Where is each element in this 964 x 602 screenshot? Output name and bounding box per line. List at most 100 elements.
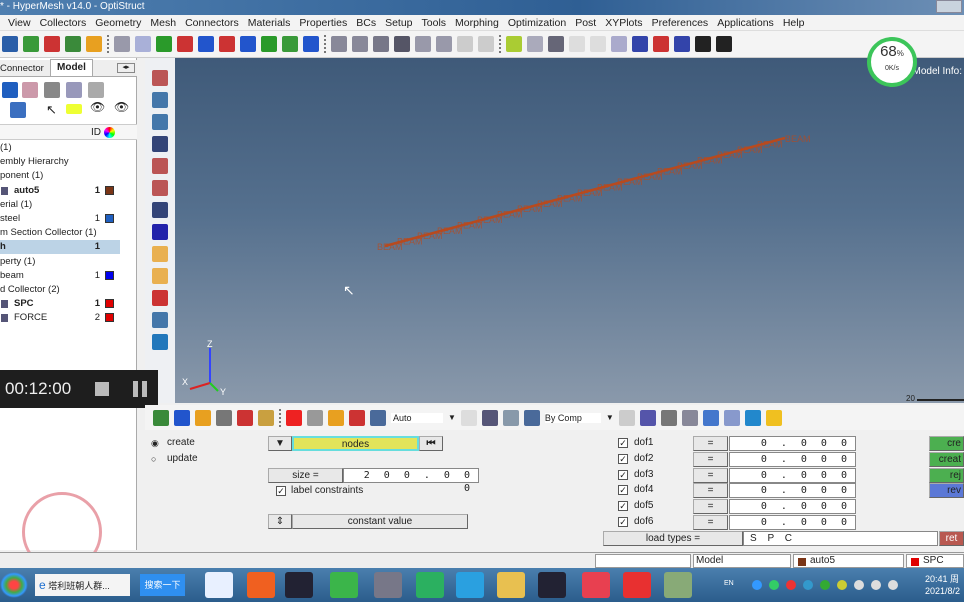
toolbar-tool-15-icon[interactable] [303, 36, 319, 52]
panel-tool-2-icon[interactable] [174, 409, 190, 426]
menu-tools[interactable]: Tools [419, 17, 453, 29]
menu-setup[interactable]: Setup [382, 17, 418, 29]
clock-date[interactable]: 2021/8/2 [925, 586, 960, 596]
toolbar-tool-21-icon[interactable] [436, 36, 452, 52]
vertical-tool-10-icon[interactable] [152, 268, 168, 284]
dof3-operator-button[interactable]: = [693, 467, 728, 483]
menu-post[interactable]: Post [572, 17, 602, 29]
tray-icon-4[interactable] [803, 580, 813, 590]
action-button-2[interactable]: creat [929, 451, 964, 467]
taskbar-app-6-icon[interactable] [416, 572, 444, 598]
color-swatch[interactable] [105, 270, 114, 280]
clock-time[interactable]: 20:41 周 [925, 572, 959, 585]
toolbar-tool-9-icon[interactable] [177, 36, 193, 52]
menu-morphing[interactable]: Morphing [452, 17, 505, 29]
toolbar-tool-13-icon[interactable] [261, 36, 277, 52]
tray-icon-8[interactable] [871, 580, 881, 590]
toolbar-tool-19-icon[interactable] [394, 36, 410, 52]
stop-button[interactable] [95, 382, 109, 396]
taskbar-app-12-icon[interactable] [664, 572, 692, 598]
taskbar-app-4-icon[interactable] [330, 572, 358, 598]
menu-properties[interactable]: Properties [296, 17, 353, 29]
toolbar-tool-6-icon[interactable] [114, 36, 130, 52]
vertical-tool-8-icon[interactable] [152, 224, 168, 240]
delete-tool-3-icon[interactable] [328, 409, 344, 426]
color-swatch[interactable] [105, 214, 114, 223]
toolbar-tool-24-icon[interactable] [506, 36, 522, 52]
label-constraints-checkbox[interactable]: ✓ [276, 486, 286, 496]
panel-tool-1-icon[interactable] [153, 409, 169, 426]
menu-help[interactable]: Help [780, 17, 811, 29]
toolbar-tool-33-icon[interactable] [695, 36, 711, 52]
dof2-operator-button[interactable]: = [693, 451, 728, 467]
status-component[interactable]: auto5 [793, 554, 904, 568]
toolbar-tool-10-icon[interactable] [198, 36, 214, 52]
toolbar-tool-12-icon[interactable] [240, 36, 256, 52]
tree-item[interactable]: SPC 1 [0, 297, 120, 311]
pause-button[interactable] [133, 381, 138, 397]
vertical-tool-1-icon[interactable] [152, 70, 168, 86]
tree-item[interactable]: erial (1) [0, 198, 120, 212]
menu-applications[interactable]: Applications [714, 17, 780, 29]
by-comp-icon[interactable] [523, 409, 540, 426]
toolbar-tool-17-icon[interactable] [352, 36, 368, 52]
view-tool-1-icon[interactable] [618, 409, 635, 426]
property-icon[interactable] [44, 82, 60, 98]
menu-view[interactable]: View [5, 17, 37, 29]
tab-connector[interactable]: Connector [0, 63, 44, 74]
toolbar-tool-23-icon[interactable] [478, 36, 494, 52]
toolbar-tool-30-icon[interactable] [632, 36, 648, 52]
toolbar-tool-11-icon[interactable] [219, 36, 235, 52]
delete-tool-2-icon[interactable] [307, 409, 323, 426]
toolbar-tool-31-icon[interactable] [653, 36, 669, 52]
load-types-input[interactable]: S P C [743, 531, 938, 546]
system-icon[interactable] [88, 82, 104, 98]
vertical-tool-13-icon[interactable] [152, 334, 168, 350]
toolbar-tool-28-icon[interactable] [590, 36, 606, 52]
taskbar-app-11-icon[interactable] [623, 572, 651, 598]
tree-item[interactable]: h1 [0, 240, 120, 255]
vertical-tool-6-icon[interactable] [152, 180, 168, 196]
language-indicator[interactable]: EN [724, 580, 734, 587]
vertical-tool-4-icon[interactable] [152, 136, 168, 152]
toolbar-tool-7-icon[interactable] [135, 36, 151, 52]
menu-connectors[interactable]: Connectors [182, 17, 245, 29]
tree-item[interactable]: auto5 1 [0, 184, 120, 198]
menu-bcs[interactable]: BCs [353, 17, 382, 29]
dof1-operator-button[interactable]: = [693, 436, 728, 451]
toolbar-tool-2-icon[interactable] [23, 36, 39, 52]
view-tool-6-icon[interactable] [723, 409, 740, 426]
color-swatch[interactable] [105, 313, 114, 323]
chevron-down-icon[interactable]: ▼ [448, 413, 456, 422]
menu-geometry[interactable]: Geometry [92, 17, 147, 29]
toolbar-tool-5-icon[interactable] [86, 36, 102, 52]
view-tool-2-icon[interactable] [639, 409, 656, 426]
tray-icon-7[interactable] [854, 580, 864, 590]
menu-collectors[interactable]: Collectors [37, 17, 93, 29]
panel-tool-3-icon[interactable] [195, 409, 211, 426]
select-cursor-icon[interactable]: ↖ [46, 102, 57, 118]
id-column-header[interactable]: ID [91, 127, 101, 138]
load-types-button[interactable]: load types = [603, 531, 743, 546]
tab-scroll-arrows[interactable]: ◂▸ [117, 63, 135, 73]
dof6-value-input[interactable]: 0 . 0 0 0 [729, 515, 856, 530]
menu-preferences[interactable]: Preferences [649, 17, 715, 29]
menu-materials[interactable]: Materials [245, 17, 297, 29]
constant-value-button[interactable]: constant value [292, 514, 468, 529]
taskbar-app-7-icon[interactable] [456, 572, 484, 598]
dof3-value-input[interactable]: 0 . 0 0 0 [729, 467, 856, 483]
tab-model[interactable]: Model [50, 59, 93, 76]
return-button[interactable]: ret [939, 531, 964, 546]
toolbar-tool-25-icon[interactable] [527, 36, 543, 52]
dof1-value-input[interactable]: 0 . 0 0 0 [729, 436, 856, 451]
toolbar-tool-26-icon[interactable] [548, 36, 564, 52]
panel-tool-4-icon[interactable] [216, 409, 232, 426]
chevron-down-icon[interactable]: ▼ [606, 413, 614, 422]
view-tool-4-icon[interactable] [681, 409, 698, 426]
dof6-checkbox[interactable]: ✓ [618, 517, 628, 527]
taskbar-app-9-icon[interactable] [538, 572, 566, 598]
tray-icon-2[interactable] [769, 580, 779, 590]
vertical-tool-5-icon[interactable] [152, 158, 168, 174]
isolate-eye-icon[interactable]: 👁 [114, 100, 129, 114]
tree-item[interactable]: FORCE 2 [0, 311, 120, 325]
